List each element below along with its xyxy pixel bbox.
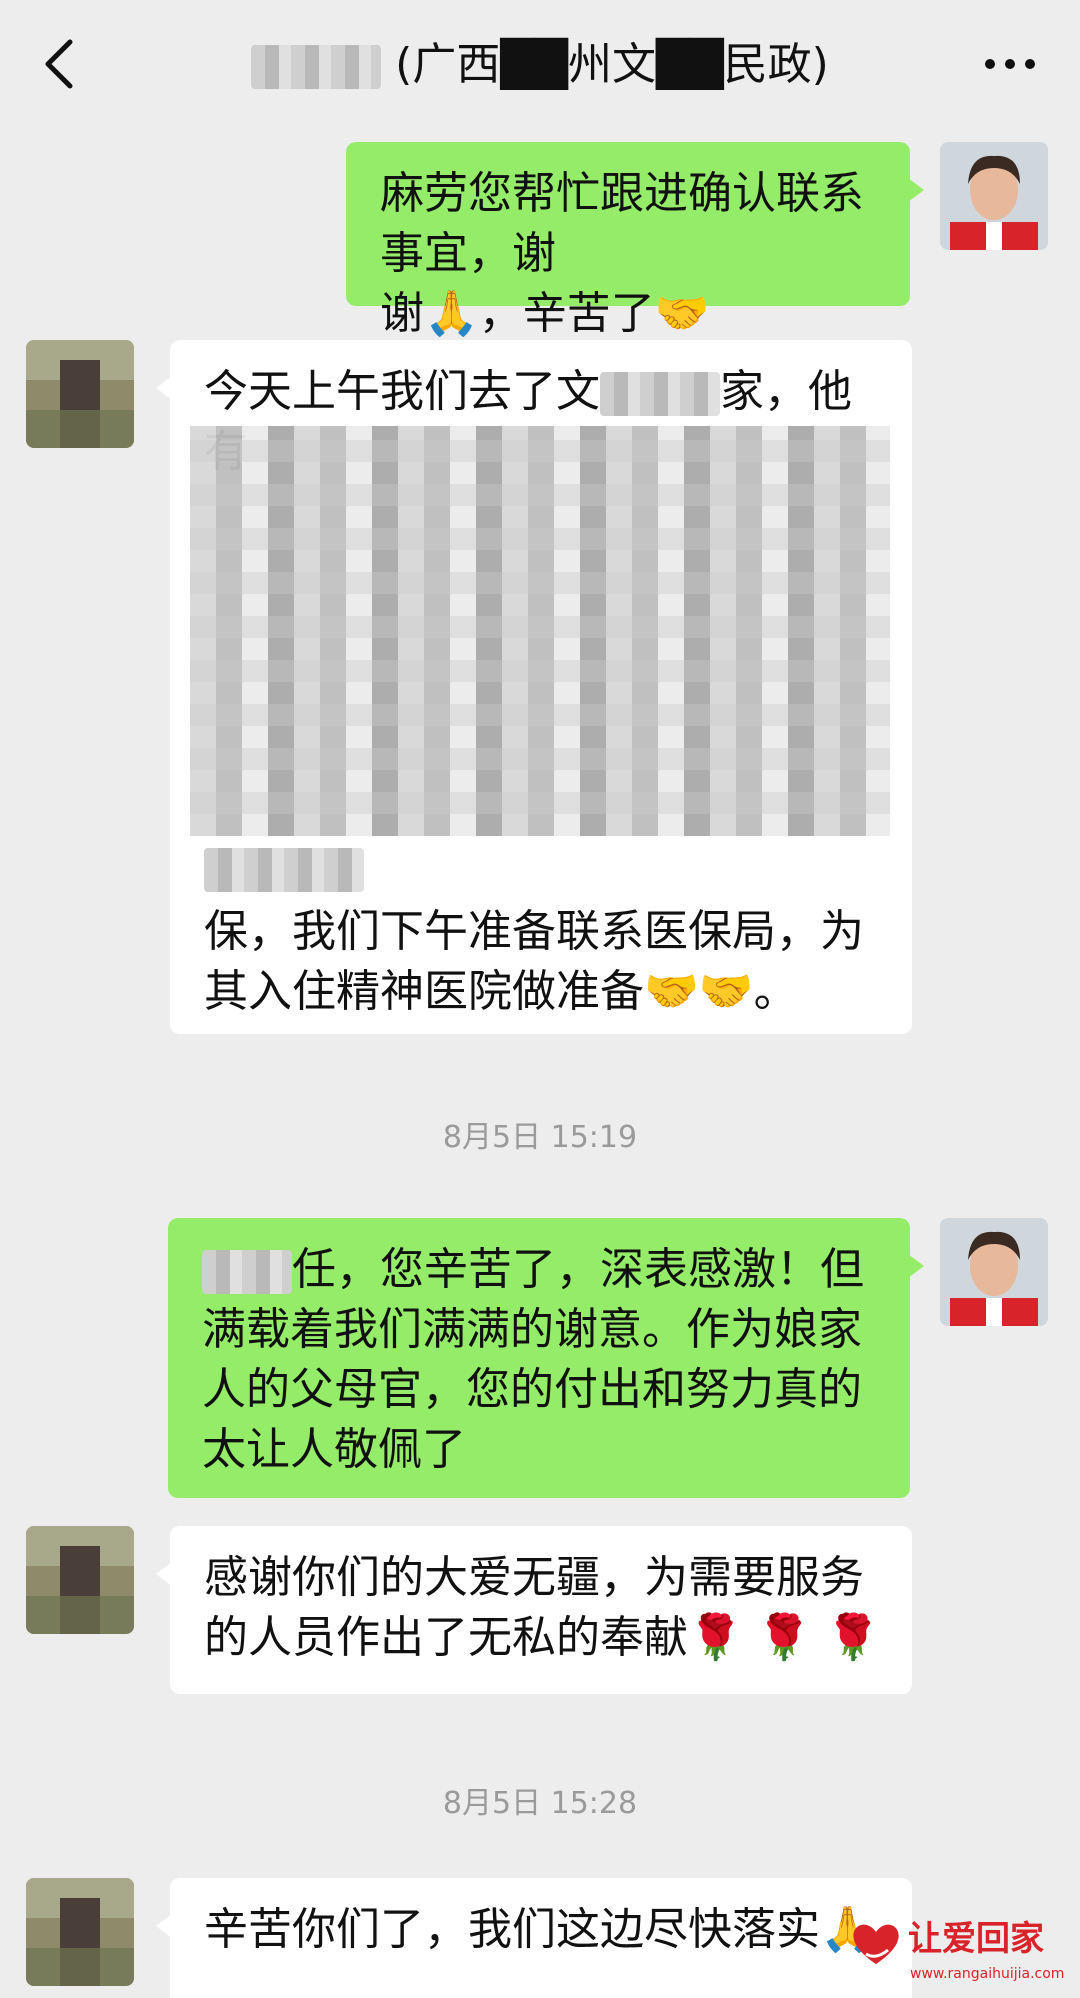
message-bubble-received[interactable]: 今天上午我们去了文家，他有 保，我们下午准备联系医保局，为 其入住精神医院做准备… (156, 340, 912, 1034)
redacted-text (202, 1250, 292, 1294)
handshake-emoji-icon: 🤝 (654, 288, 710, 339)
contact-avatar[interactable] (26, 340, 134, 448)
message-text-line: 满载着我们满满的谢意。作为娘家 (202, 1304, 862, 1355)
redacted-name (251, 45, 382, 89)
message-bubble-sent[interactable]: 麻劳您帮忙跟进确认联系事宜，谢 谢🙏，辛苦了🤝 (346, 142, 924, 339)
chat-header: (广西██州文██民政) (0, 0, 1080, 130)
watermark-logo: 让爱回家 www.rangaihuijia.com (848, 1910, 1068, 1990)
my-avatar[interactable] (940, 1218, 1048, 1326)
redacted-block (190, 426, 890, 836)
message-text-line: 任，您辛苦了，深表感激！但 (202, 1240, 880, 1300)
message-text-line: 其入住精神医院做准备🤝🤝。 (204, 966, 798, 1017)
message-text-line: 人的父母官，您的付出和努力真的 (202, 1364, 862, 1415)
more-dots-icon[interactable] (980, 52, 1040, 76)
message-text-line: 太让人敬佩了 (202, 1424, 466, 1475)
message-text-line: 的人员作出了无私的奉献🌹 🌹 🌹 (204, 1612, 881, 1663)
message-text-line: 感谢你们的大爱无疆，为需要服务 (204, 1552, 864, 1603)
pray-emoji-icon: 🙏 (424, 288, 479, 339)
redacted-text (204, 848, 364, 892)
chevron-left-icon[interactable] (40, 36, 80, 92)
contact-avatar[interactable] (26, 1526, 134, 1634)
chat-title: (广西██州文██民政) (140, 30, 940, 100)
handshake-emoji-icon: 🤝🤝 (644, 966, 754, 1017)
chat-title-text: (广西██州文██民政) (395, 39, 829, 90)
svg-text:让爱回家: 让爱回家 (908, 1919, 1044, 1959)
message-text-line (204, 838, 364, 898)
message-text-line: 谢🙏，辛苦了🤝 (380, 288, 710, 339)
message-bubble-sent[interactable]: 任，您辛苦了，深表感激！但 满载着我们满满的谢意。作为娘家 人的父母官，您的付出… (168, 1218, 924, 1498)
timestamp: 8月5日 15:28 (442, 1786, 638, 1821)
message-bubble-received[interactable]: 感谢你们的大爱无疆，为需要服务 的人员作出了无私的奉献🌹 🌹 🌹 (156, 1526, 912, 1694)
svg-text:www.rangaihuijia.com: www.rangaihuijia.com (910, 1966, 1064, 1982)
timestamp: 8月5日 15:19 (442, 1120, 638, 1155)
redacted-text (600, 372, 720, 416)
rose-emoji-icon: 🌹 🌹 🌹 (688, 1612, 881, 1663)
contact-avatar[interactable] (26, 1878, 134, 1986)
my-avatar[interactable] (940, 142, 1048, 250)
message-bubble-received[interactable]: 辛苦你们了，我们这边尽快落实🙏 (156, 1878, 912, 1998)
message-text: 麻劳您帮忙跟进确认联系事宜，谢 (380, 168, 864, 279)
message-text-line: 辛苦你们了，我们这边尽快落实🙏 (204, 1904, 875, 1955)
message-text-line: 保，我们下午准备联系医保局，为 (204, 906, 864, 957)
